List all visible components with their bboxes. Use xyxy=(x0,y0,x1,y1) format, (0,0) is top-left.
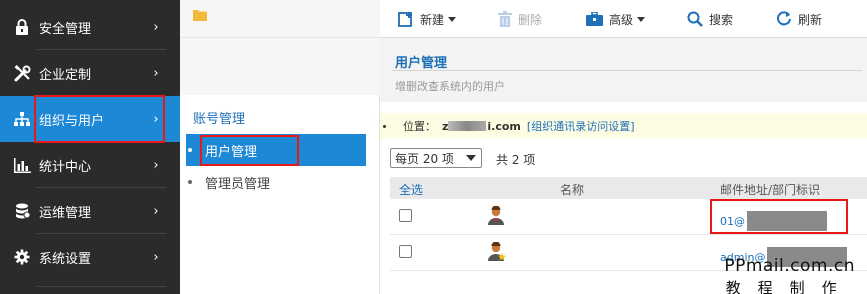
new-icon xyxy=(398,12,412,27)
watermark-line2: 教程制作 xyxy=(725,279,854,294)
sub-item-admin-management[interactable]: 管理员管理 xyxy=(186,166,366,198)
chevron-right-icon: › xyxy=(153,65,159,81)
page-title: 用户管理 xyxy=(395,56,448,71)
chevron-right-icon: › xyxy=(153,19,159,35)
toolbar: 新建 删除 高级 搜索 刷新 xyxy=(380,0,867,38)
location-bar: 位置： z i.com [组织通讯录访问设置] xyxy=(380,113,867,139)
search-button[interactable]: 搜索 xyxy=(687,9,733,29)
per-page-select[interactable]: 每页 20 项 xyxy=(390,148,482,168)
delete-label: 删除 xyxy=(518,12,543,27)
advanced-button[interactable]: 高级 xyxy=(586,9,646,29)
highlight-box-org-users xyxy=(34,95,165,143)
watermark-line1: PPmail.com.cn xyxy=(724,256,855,276)
org-directory-settings-link[interactable]: [组织通讯录访问设置] xyxy=(527,118,635,134)
subpanel-header xyxy=(180,0,380,38)
highlight-box-user-management xyxy=(200,135,299,166)
lock-icon xyxy=(13,18,31,36)
delete-button[interactable]: 删除 xyxy=(498,9,542,29)
folder-icon[interactable] xyxy=(193,9,207,25)
user-icon xyxy=(487,205,505,230)
domain-suffix: i.com xyxy=(487,119,521,133)
select-all-link[interactable]: 全选 xyxy=(399,181,423,198)
table-header: 全选 名称 邮件地址/部门标识 xyxy=(390,177,867,199)
total-count: 共 2 项 xyxy=(496,153,536,167)
tools-icon xyxy=(13,64,31,82)
chevron-right-icon: › xyxy=(153,203,159,219)
column-header-mail: 邮件地址/部门标识 xyxy=(720,183,821,197)
bullet-icon xyxy=(188,148,192,152)
location-domain: z i.com xyxy=(442,120,521,133)
highlight-box-mail xyxy=(710,199,848,234)
divider xyxy=(392,70,862,71)
caret-down-icon xyxy=(466,155,476,161)
page-subtitle: 增删改查系统内的用户 xyxy=(395,80,505,93)
bullet-icon xyxy=(188,180,192,184)
subpanel-heading: 账号管理 xyxy=(193,112,246,127)
search-icon xyxy=(687,11,703,27)
per-page-value: 每页 20 项 xyxy=(395,151,454,166)
column-header-name: 名称 xyxy=(560,183,585,197)
advanced-label: 高级 xyxy=(609,12,634,27)
sidebar-item-label: 系统设置 xyxy=(39,251,92,267)
redacted-block xyxy=(448,121,487,131)
sidebar-item-statistics[interactable]: 统计中心 › xyxy=(0,142,180,188)
sidebar-item-label: 企业定制 xyxy=(39,67,92,83)
gear-icon xyxy=(13,248,31,266)
trash-icon xyxy=(498,11,512,27)
row-checkbox[interactable] xyxy=(399,245,412,258)
sidebar-item-settings[interactable]: 系统设置 › xyxy=(0,234,180,280)
sidebar: 安全管理 › 企业定制 › 组织与用户 › 统计中心 › 运维管理 › 系统设置… xyxy=(0,0,180,294)
divider xyxy=(36,286,166,287)
main-content: 新建 删除 高级 搜索 刷新 用户管理 增删改查系统内的用户 位置： z i.c… xyxy=(380,0,867,294)
search-label: 搜索 xyxy=(709,12,734,27)
refresh-icon xyxy=(777,11,791,26)
chevron-right-icon: › xyxy=(153,249,159,265)
database-icon xyxy=(13,202,31,220)
sidebar-item-security[interactable]: 安全管理 › xyxy=(0,4,180,50)
sidebar-item-operations[interactable]: 运维管理 › xyxy=(0,188,180,234)
bar-chart-icon xyxy=(13,156,31,174)
chevron-right-icon: › xyxy=(153,157,159,173)
sidebar-item-label: 统计中心 xyxy=(39,159,92,175)
subpanel-blank xyxy=(180,38,380,95)
admin-user-icon xyxy=(487,241,507,266)
sidebar-item-customize[interactable]: 企业定制 › xyxy=(0,50,180,96)
new-label: 新建 xyxy=(420,12,445,27)
caret-down-icon xyxy=(448,16,457,22)
sidebar-item-label: 运维管理 xyxy=(39,205,92,221)
location-label: 位置： xyxy=(403,120,436,133)
org-chart-icon xyxy=(13,110,31,128)
sub-item-label: 管理员管理 xyxy=(205,176,271,192)
sidebar-item-label: 安全管理 xyxy=(39,21,92,37)
watermark: PPmail.com.cn 教程制作 xyxy=(724,256,855,294)
briefcase-icon xyxy=(586,12,603,26)
new-button[interactable]: 新建 xyxy=(398,9,457,29)
bullet-icon xyxy=(383,124,386,128)
refresh-button[interactable]: 刷新 xyxy=(776,9,822,29)
caret-down-icon xyxy=(637,16,646,22)
row-checkbox[interactable] xyxy=(399,209,412,222)
refresh-label: 刷新 xyxy=(798,12,823,27)
